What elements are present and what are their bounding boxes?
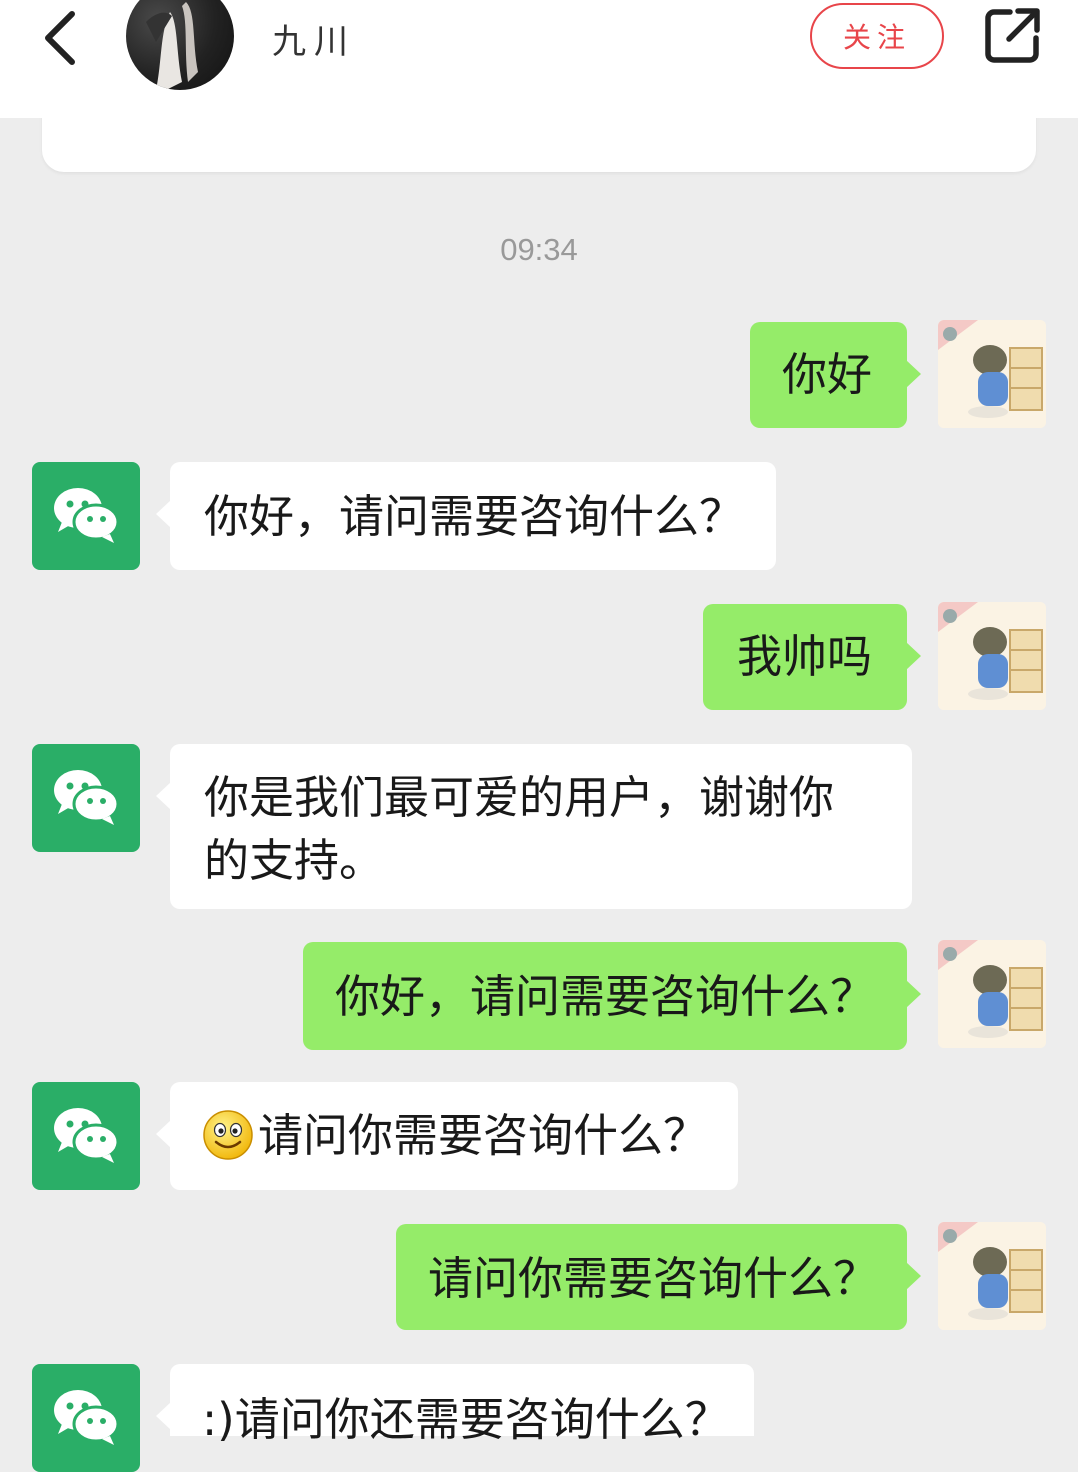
follow-button[interactable]: 关注 bbox=[810, 3, 944, 69]
message-text: 你是我们最可爱的用户，谢谢你的支持。 bbox=[204, 771, 835, 887]
message-text: 你好，请问需要咨询什么？ bbox=[204, 490, 745, 543]
message-text: 请问你需要咨询什么？ bbox=[428, 1252, 879, 1305]
message-text: 请问你需要咨询什么？ bbox=[258, 1109, 709, 1162]
sent-message-bubble[interactable]: 请问你需要咨询什么？ bbox=[396, 1224, 921, 1330]
message-text: :)请问你还需要咨询什么？ bbox=[202, 1393, 730, 1446]
user-avatar[interactable] bbox=[938, 602, 1046, 710]
user-avatar[interactable] bbox=[938, 940, 1046, 1048]
message-text: 我帅吗 bbox=[737, 630, 873, 683]
profile-avatar[interactable] bbox=[126, 0, 234, 90]
sent-message-bubble[interactable]: 你好 bbox=[750, 322, 921, 428]
back-chevron-icon[interactable] bbox=[38, 10, 90, 66]
top-bar: 九川 关注 bbox=[0, 0, 1078, 118]
received-message-bubble[interactable]: 请问你需要咨询什么？ bbox=[156, 1082, 738, 1190]
message-content: 请问你需要咨询什么？ bbox=[202, 1106, 738, 1166]
message-text: 你好，请问需要咨询什么？ bbox=[335, 970, 876, 1023]
message-text: 你好 bbox=[782, 348, 873, 401]
received-message-bubble[interactable]: 你好，请问需要咨询什么？ bbox=[156, 462, 776, 570]
wechat-logo-icon[interactable] bbox=[32, 744, 140, 852]
received-message-bubble[interactable]: 你是我们最可爱的用户，谢谢你的支持。 bbox=[156, 744, 912, 909]
user-avatar[interactable] bbox=[938, 320, 1046, 428]
share-external-icon[interactable] bbox=[984, 6, 1042, 64]
chat-username: 九川 bbox=[272, 22, 356, 62]
user-avatar[interactable] bbox=[938, 1222, 1046, 1330]
sent-message-bubble[interactable]: 你好，请问需要咨询什么？ bbox=[303, 942, 921, 1050]
wechat-logo-icon[interactable] bbox=[32, 1364, 140, 1472]
wechat-logo-icon[interactable] bbox=[32, 462, 140, 570]
wechat-logo-icon[interactable] bbox=[32, 1082, 140, 1190]
received-message-bubble[interactable]: :)请问你还需要咨询什么？ bbox=[156, 1364, 754, 1446]
sent-message-bubble[interactable]: 我帅吗 bbox=[703, 604, 921, 710]
chat-timestamp: 09:34 bbox=[500, 232, 578, 267]
smiley-emoji-icon bbox=[203, 1110, 253, 1160]
